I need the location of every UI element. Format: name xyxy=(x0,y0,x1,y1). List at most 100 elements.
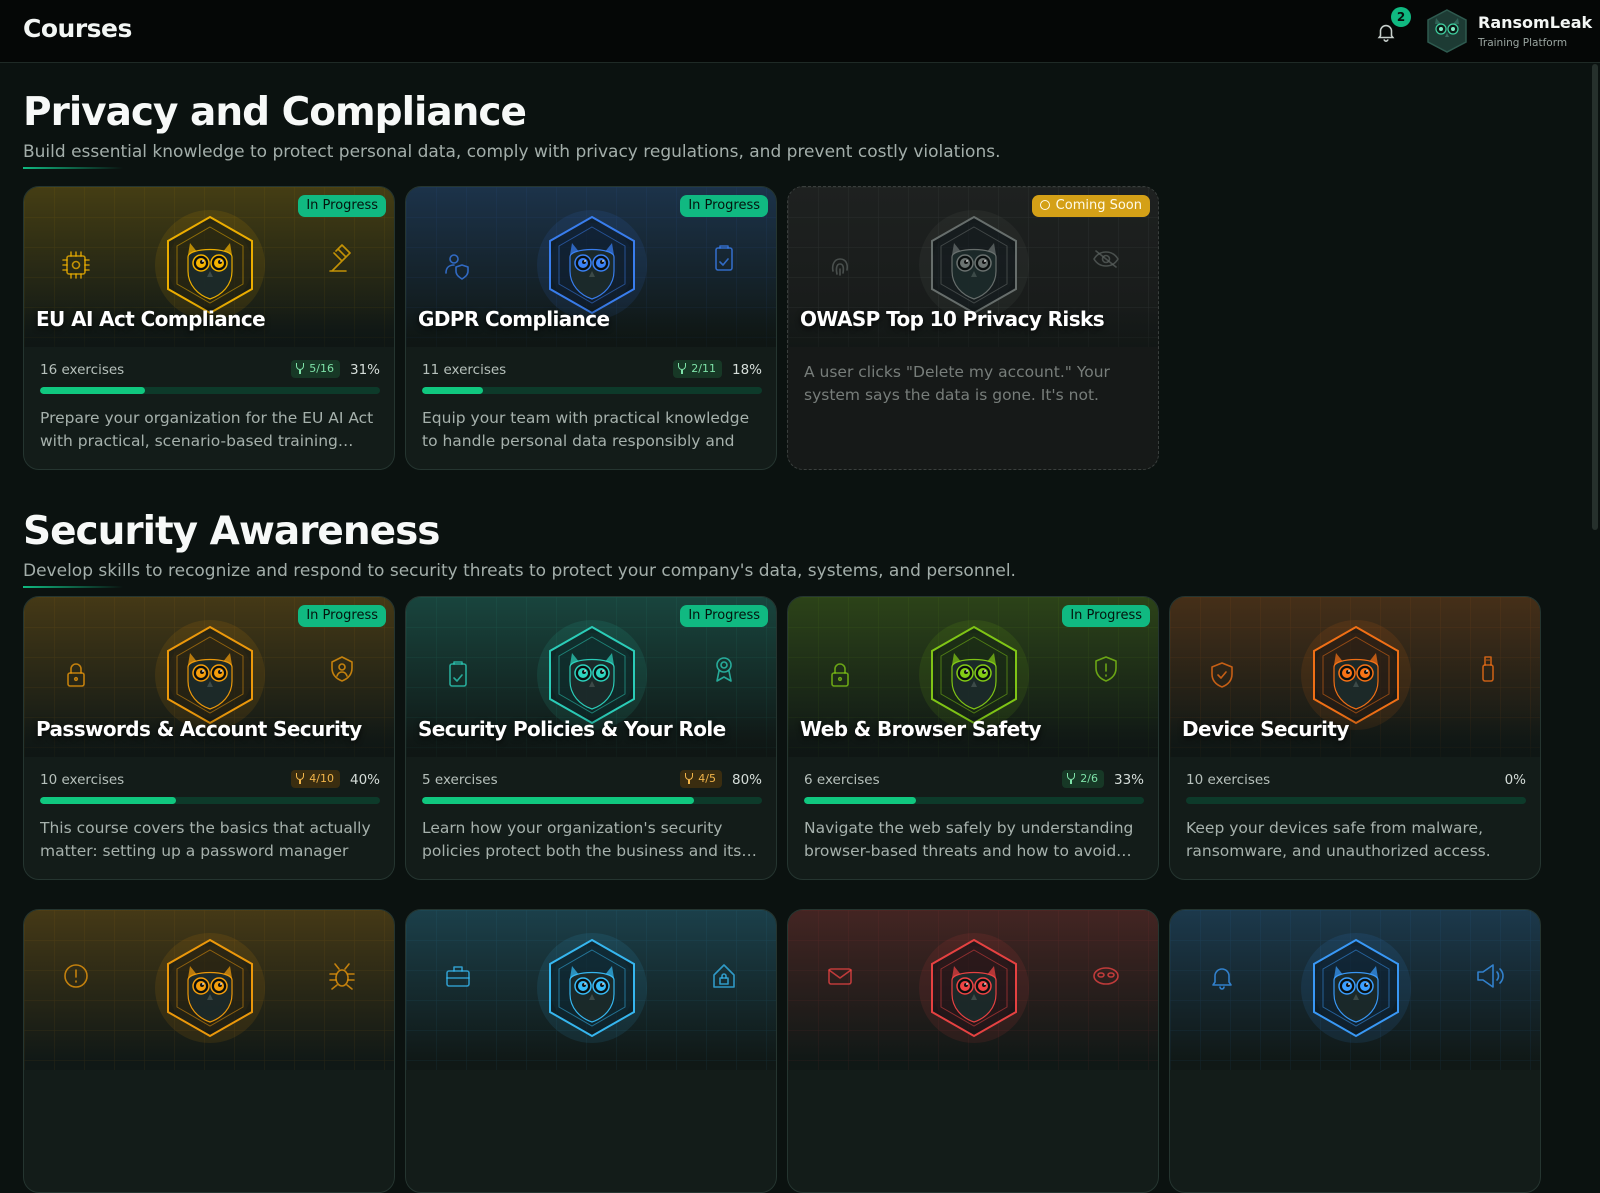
course-description: Prepare your organization for the EU AI … xyxy=(40,409,374,450)
course-banner xyxy=(1170,910,1540,1070)
progress-percent: 0% xyxy=(1504,772,1526,788)
progress-fill xyxy=(422,797,694,804)
progress-fill xyxy=(40,797,176,804)
course-banner xyxy=(406,910,776,1070)
scrollbar[interactable] xyxy=(1592,64,1598,530)
course-meta: 10 exercises 0% xyxy=(1186,770,1526,790)
course-card[interactable] xyxy=(23,909,395,1193)
course-title: OWASP Top 10 Privacy Risks xyxy=(800,307,1105,331)
trophy-count: 2/11 xyxy=(691,362,716,375)
progress-percent: 31% xyxy=(349,362,380,378)
course-title: GDPR Compliance xyxy=(418,307,610,331)
status-badge: In Progress xyxy=(298,605,386,627)
clock-icon xyxy=(1039,200,1050,210)
status-label: In Progress xyxy=(1070,608,1142,623)
exercise-count: 10 exercises xyxy=(40,772,125,788)
owl-shield-icon xyxy=(1301,933,1411,1043)
trophy-badge: 2/11 xyxy=(673,360,722,378)
trophy-count: 2/6 xyxy=(1080,772,1098,785)
section-underline xyxy=(23,167,123,169)
course-card[interactable]: Device Security 10 exercises 0% Keep your d… xyxy=(1169,596,1541,880)
top-bar: Courses 2 RansomLeak Training Platform xyxy=(0,0,1600,63)
progress-bar xyxy=(422,797,762,804)
course-description: Keep your devices safe from malware, ran… xyxy=(1186,819,1491,860)
progress-fill xyxy=(804,797,917,804)
status-badge: In Progress xyxy=(1062,605,1150,627)
status-label: Coming Soon xyxy=(1055,198,1142,213)
section-security-awareness: Security Awareness Develop skills to rec… xyxy=(23,509,1016,588)
section-privacy-compliance: Privacy and Compliance Build essential k… xyxy=(23,90,1000,169)
course-meta: 10 exercises 40% 4/10 xyxy=(40,770,380,790)
notification-badge: 2 xyxy=(1391,7,1411,27)
section-underline xyxy=(23,586,123,588)
section-description: Build essential knowledge to protect per… xyxy=(23,142,1001,162)
status-badge: Coming Soon xyxy=(1031,195,1150,217)
status-label: In Progress xyxy=(306,198,378,213)
course-title: Passwords & Account Security xyxy=(36,717,362,741)
trophy-badge: 4/10 xyxy=(291,770,340,788)
brand-subtitle: Training Platform xyxy=(1478,37,1568,49)
trophy-icon xyxy=(296,363,305,374)
course-description: Learn how your organization's security p… xyxy=(422,819,757,860)
progress-percent: 33% xyxy=(1113,772,1144,788)
course-card[interactable] xyxy=(1169,909,1541,1193)
section-description: Develop skills to recognize and respond … xyxy=(23,561,1016,581)
exercise-count: 5 exercises xyxy=(422,772,498,788)
section-title: Security Awareness xyxy=(23,509,441,554)
progress-bar xyxy=(422,387,762,394)
progress-bar xyxy=(40,797,380,804)
exercise-count: 16 exercises xyxy=(40,362,125,378)
course-description: A user clicks "Delete my account." Your … xyxy=(804,363,1110,404)
page-title: Courses xyxy=(23,14,132,43)
status-label: In Progress xyxy=(306,608,378,623)
status-badge: In Progress xyxy=(680,195,768,217)
course-card[interactable]: In Progress GDPR Compliance 11 exercises 18… xyxy=(405,186,777,470)
course-meta: 16 exercises 31% 5/16 xyxy=(40,360,380,380)
progress-fill xyxy=(422,387,484,394)
progress-percent: 18% xyxy=(731,362,762,378)
status-label: In Progress xyxy=(688,198,760,213)
trophy-count: 5/16 xyxy=(309,362,334,375)
course-title: EU AI Act Compliance xyxy=(36,307,266,331)
status-badge: In Progress xyxy=(680,605,768,627)
course-title: Web & Browser Safety xyxy=(800,717,1042,741)
trophy-icon xyxy=(685,773,694,784)
progress-bar xyxy=(1186,797,1526,804)
course-card[interactable]: In Progress Web & Browser Safety 6 exercis… xyxy=(787,596,1159,880)
course-meta: 11 exercises 18% 2/11 xyxy=(422,360,762,380)
trophy-icon xyxy=(678,363,687,374)
trophy-count: 4/5 xyxy=(698,772,716,785)
trophy-badge: 2/6 xyxy=(1062,770,1104,788)
brand-name: RansomLeak xyxy=(1478,13,1593,32)
owl-shield-icon xyxy=(155,933,265,1043)
trophy-icon xyxy=(296,773,305,784)
status-badge: In Progress xyxy=(298,195,386,217)
course-description: This course covers the basics that actua… xyxy=(40,819,371,860)
course-card[interactable]: Coming Soon OWASP Top 10 Privacy Risks A u… xyxy=(787,186,1159,470)
course-description: Equip your team with practical knowledge… xyxy=(422,409,750,450)
course-banner xyxy=(788,910,1158,1070)
course-card[interactable]: In Progress Passwords & Account Security 1… xyxy=(23,596,395,880)
progress-bar xyxy=(804,797,1144,804)
status-label: In Progress xyxy=(688,608,760,623)
course-card[interactable]: In Progress EU AI Act Compliance 16 exerci… xyxy=(23,186,395,470)
section-title: Privacy and Compliance xyxy=(23,90,527,135)
course-card[interactable] xyxy=(405,909,777,1193)
owl-logo-icon[interactable] xyxy=(1424,8,1470,54)
exercise-count: 6 exercises xyxy=(804,772,880,788)
course-meta: 5 exercises 80% 4/5 xyxy=(422,770,762,790)
progress-percent: 80% xyxy=(731,772,762,788)
owl-shield-icon xyxy=(919,933,1029,1043)
progress-bar xyxy=(40,387,380,394)
course-banner xyxy=(24,910,394,1070)
trophy-icon xyxy=(1067,773,1076,784)
course-card[interactable]: In Progress Security Policies & Your Role… xyxy=(405,596,777,880)
course-description: Navigate the web safely by understanding… xyxy=(804,819,1134,860)
course-meta: 6 exercises 33% 2/6 xyxy=(804,770,1144,790)
trophy-count: 4/10 xyxy=(309,772,334,785)
course-title: Device Security xyxy=(1182,717,1349,741)
course-card[interactable] xyxy=(787,909,1159,1193)
course-title: Security Policies & Your Role xyxy=(418,717,726,741)
trophy-badge: 5/16 xyxy=(291,360,340,378)
owl-shield-icon xyxy=(537,933,647,1043)
